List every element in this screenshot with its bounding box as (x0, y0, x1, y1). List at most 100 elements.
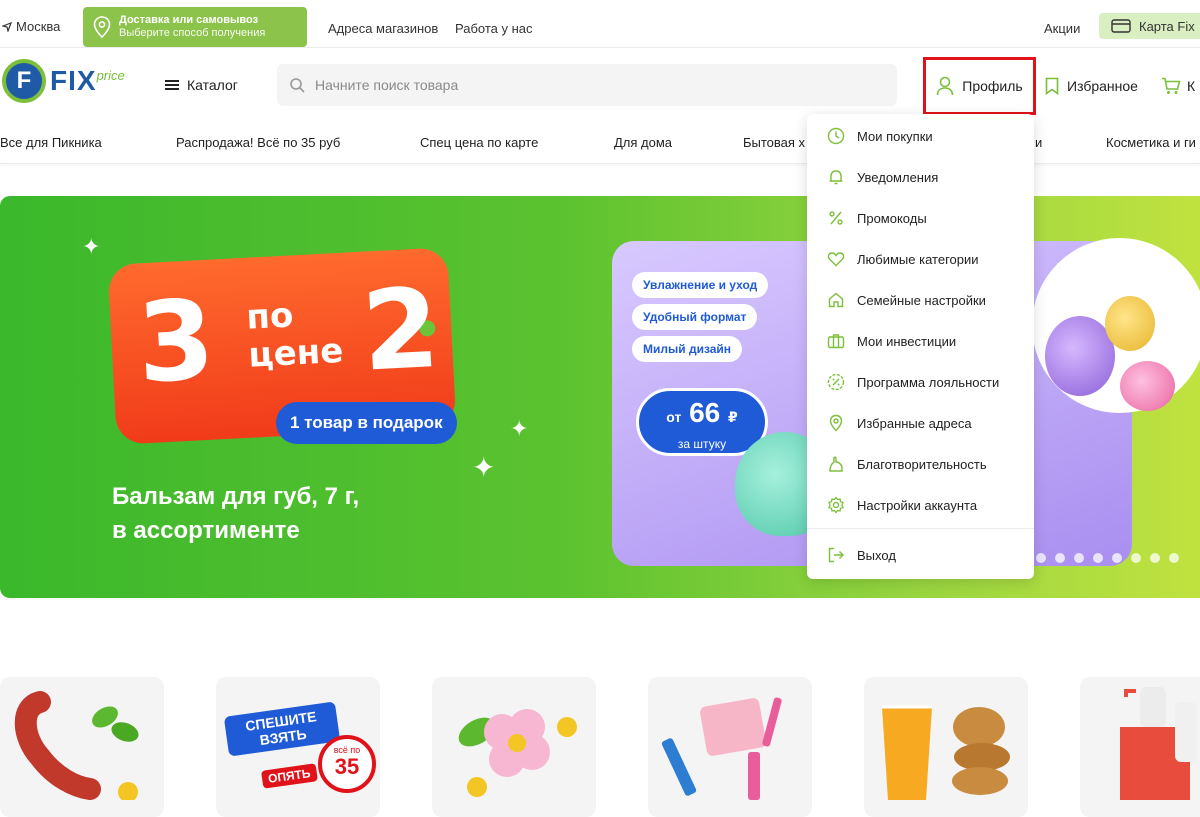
menu-item-label: Уведомления (857, 169, 939, 185)
menu-item-label: Настройки аккаунта (857, 497, 978, 513)
menu-item-purchases[interactable]: Мои покупки (827, 126, 933, 146)
menu-item-logout[interactable]: Выход (827, 545, 896, 565)
favorites-button[interactable]: Избранное (1045, 77, 1138, 95)
profile-label: Профиль (962, 78, 1023, 94)
careers-link[interactable]: Работа у нас (455, 21, 533, 36)
stores-link[interactable]: Адреса магазинов (328, 21, 438, 36)
bunny-pink-image (1120, 361, 1175, 411)
feature-pill: Милый дизайн (632, 336, 743, 362)
logout-icon (828, 547, 844, 563)
menu-item-loyalty-program[interactable]: Программа лояльности (827, 372, 999, 392)
category-home[interactable]: Для дома (614, 135, 672, 150)
favorites-label: Избранное (1067, 78, 1138, 94)
briefcase-icon (827, 334, 845, 349)
stationery-image (661, 697, 782, 800)
clock-icon (827, 127, 845, 145)
menu-item-saved-addresses[interactable]: Избранные адреса (827, 413, 972, 433)
logo-subtext: price (96, 67, 125, 83)
price-currency: ₽ (728, 409, 738, 425)
percent-icon (829, 211, 843, 225)
search-input[interactable] (315, 77, 875, 93)
discount-badge-icon (827, 373, 845, 391)
menu-item-account-settings[interactable]: Настройки аккаунта (827, 495, 977, 515)
map-pin-icon (829, 414, 843, 432)
tile-garden[interactable] (432, 677, 596, 817)
catalog-button[interactable]: Каталог (165, 77, 238, 93)
top-bar: Москва Доставка или самовывоз Выберите с… (0, 6, 1200, 48)
sparkle-icon: ✦ (510, 416, 529, 441)
carousel-dot[interactable] (1131, 553, 1141, 563)
heart-icon (827, 252, 845, 267)
price-value: 66 (689, 397, 721, 428)
search-bar[interactable] (277, 64, 897, 106)
menu-item-label: Семейные настройки (857, 292, 986, 308)
cart-label: К (1187, 78, 1196, 94)
menu-icon (165, 78, 179, 92)
carousel-dot[interactable] (1150, 553, 1160, 563)
menu-item-label: Выход (857, 547, 896, 563)
home-icon (828, 292, 844, 308)
carousel-dot[interactable] (1169, 553, 1179, 563)
map-pin-icon (93, 16, 111, 38)
carousel-dot[interactable] (1036, 553, 1046, 563)
menu-item-label: Программа лояльности (857, 374, 1000, 390)
category-partial[interactable]: и (1035, 135, 1042, 150)
cart-button[interactable]: К (1161, 77, 1195, 95)
card-icon (1111, 19, 1131, 33)
profile-dropdown: Мои покупки Уведомления Промокоды Любимы… (807, 114, 1034, 579)
category-sale[interactable]: Распродажа! Всё по 35 руб (176, 135, 340, 150)
carousel-dot[interactable] (1074, 553, 1084, 563)
menu-item-notifications[interactable]: Уведомления (827, 167, 938, 187)
category-picnic[interactable]: Все для Пикника (0, 135, 102, 150)
menu-item-promocodes[interactable]: Промокоды (827, 208, 927, 228)
delivery-method-button[interactable]: Доставка или самовывоз Выберите способ п… (83, 7, 307, 47)
delivery-subtitle: Выберите способ получения (119, 27, 266, 39)
delivery-title: Доставка или самовывоз (119, 14, 259, 26)
carousel-dot[interactable] (1112, 553, 1122, 563)
category-household[interactable]: Бытовая х (743, 135, 805, 150)
price-35-badge: всё по 35 (318, 735, 376, 793)
fix-card-label: Карта Fix (1139, 18, 1195, 34)
carousel-dot[interactable] (1055, 553, 1065, 563)
menu-item-investments[interactable]: Мои инвестиции (827, 331, 956, 351)
logo-text: FIX (50, 65, 97, 96)
category-tiles: СПЕШИТЕ ВЗЯТЬ ОПЯТЬ всё по 35 (0, 677, 1200, 817)
category-card-price[interactable]: Спец цена по карте (420, 135, 538, 150)
location-arrow-icon (2, 21, 12, 32)
feature-pill: Удобный формат (632, 304, 758, 330)
bookmark-icon (1045, 77, 1059, 95)
fix-card-button[interactable]: Карта Fix (1099, 13, 1200, 39)
search-icon (290, 78, 305, 93)
sale-line3: ОПЯТЬ (261, 763, 318, 789)
menu-item-charity[interactable]: Благотворительность (827, 454, 987, 474)
tile-household[interactable] (1080, 677, 1200, 817)
tag-po: по (245, 295, 295, 338)
menu-item-label: Мои инвестиции (857, 333, 957, 349)
category-cosmetics[interactable]: Косметика и ги (1106, 135, 1196, 150)
carousel-dots[interactable] (1036, 553, 1179, 563)
logo-emblem: F (2, 59, 46, 103)
product-title: Бальзам для губ, 7 г, в ассортименте (112, 480, 359, 548)
menu-divider (807, 528, 1034, 529)
price-badge: от 66 ₽ за штуку (636, 388, 768, 456)
price-unit: за штуку (677, 437, 727, 451)
tile-stationery[interactable] (648, 677, 812, 817)
tile-sale[interactable]: СПЕШИТЕ ВЗЯТЬ ОПЯТЬ всё по 35 (216, 677, 380, 817)
menu-item-label: Мои покупки (857, 128, 933, 144)
menu-item-label: Избранные адреса (857, 415, 972, 431)
menu-item-family-settings[interactable]: Семейные настройки (827, 290, 986, 310)
charity-hand-icon (829, 456, 843, 472)
promotions-link[interactable]: Акции (1044, 21, 1080, 36)
tile-food[interactable] (864, 677, 1028, 817)
city-selector[interactable]: Москва (2, 19, 60, 34)
menu-item-label: Любимые категории (857, 251, 979, 267)
profile-button[interactable]: Профиль (923, 57, 1036, 115)
menu-item-label: Благотворительность (857, 456, 987, 472)
city-label: Москва (16, 19, 61, 34)
fix-price-logo[interactable]: F FIX price (2, 59, 125, 103)
menu-item-favorite-categories[interactable]: Любимые категории (827, 249, 979, 269)
carousel-dot[interactable] (1093, 553, 1103, 563)
tile-picnic[interactable] (0, 677, 164, 817)
sparkle-icon: ✦ (82, 234, 101, 259)
product-title-line1: Бальзам для губ, 7 г, (112, 483, 360, 510)
